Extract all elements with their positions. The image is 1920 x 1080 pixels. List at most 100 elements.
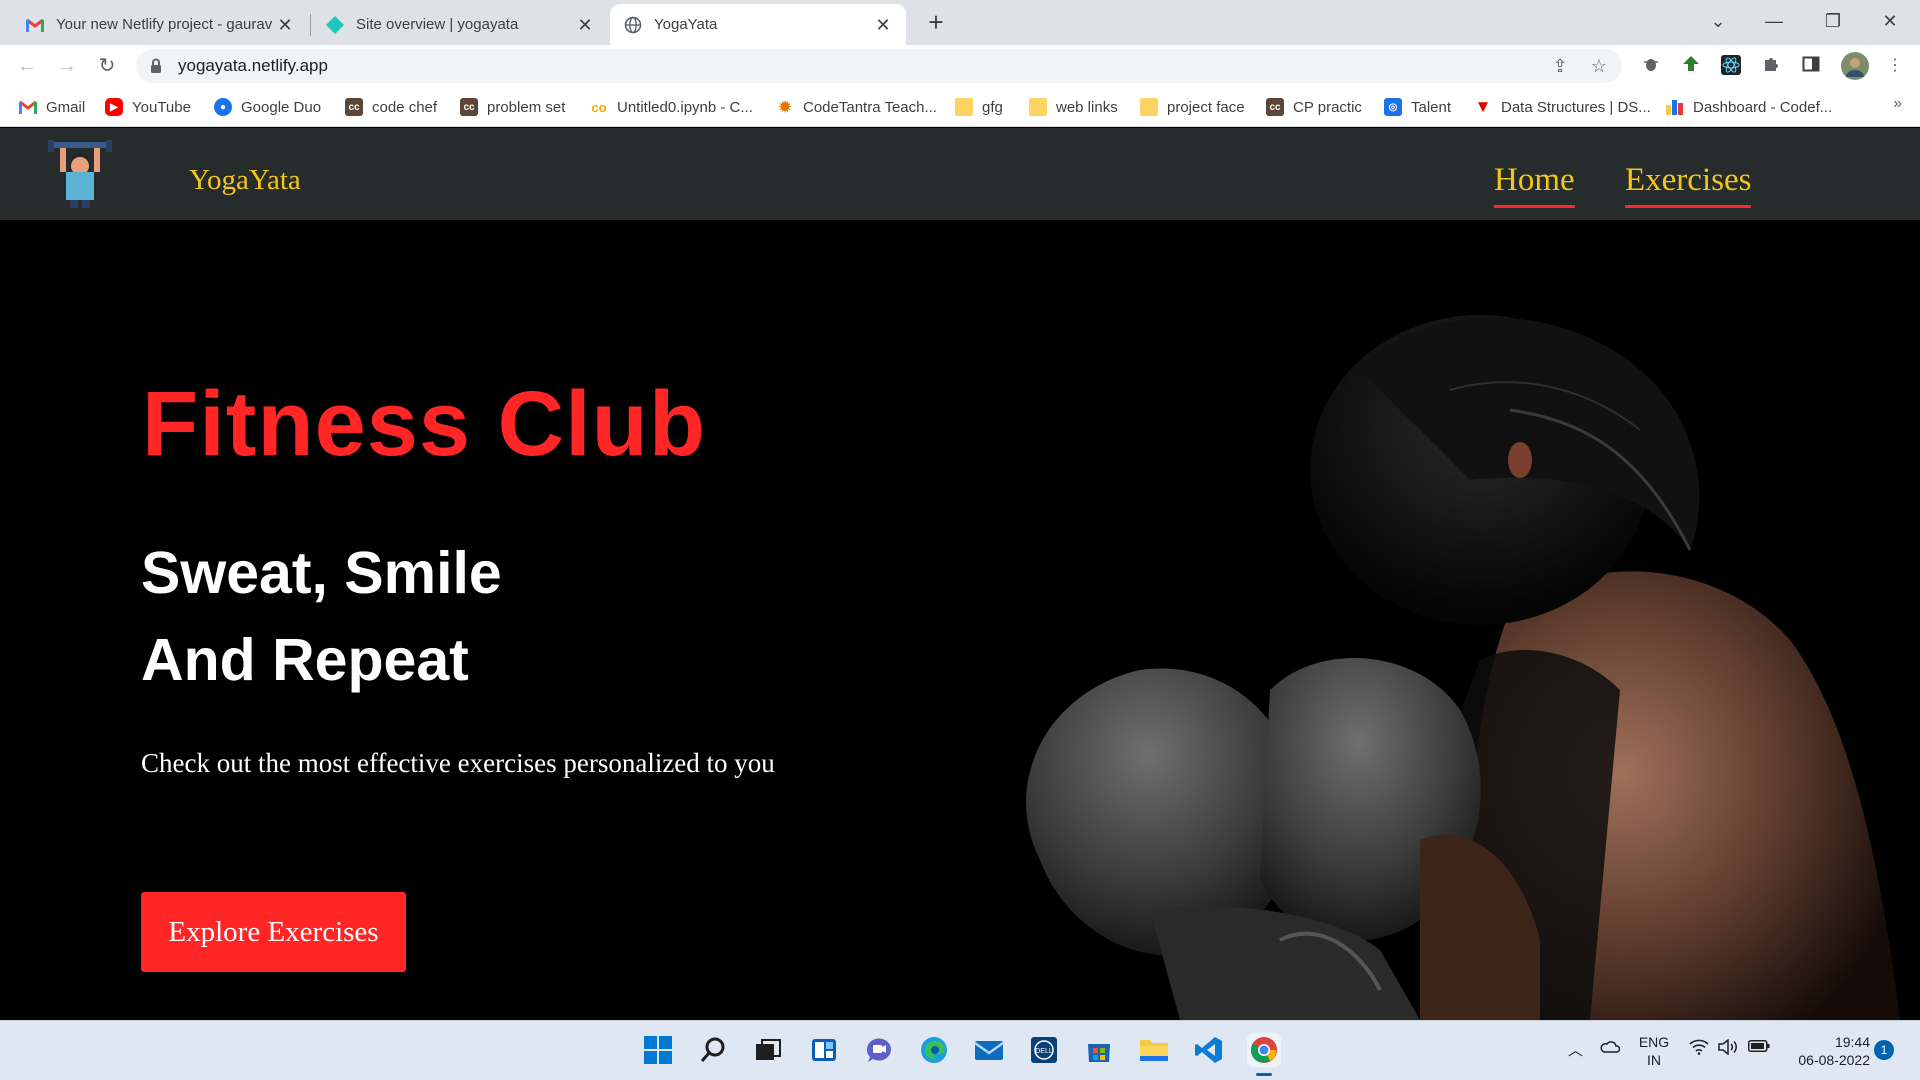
new-tab-button[interactable]: + [922,8,950,36]
lock-icon[interactable] [150,58,162,79]
system-clock[interactable]: 19:44 06-08-2022 [1782,1033,1870,1069]
bookmark-label: Untitled0.ipynb - C... [617,98,753,116]
wifi-icon[interactable] [1689,1039,1709,1059]
mail-icon[interactable] [972,1033,1006,1067]
bookmark-google-duo[interactable]: ● Google Duo [214,95,321,119]
youtube-icon: ▶ [105,98,123,116]
react-devtools-icon[interactable] [1720,55,1742,77]
tab-close-icon[interactable]: ✕ [874,16,892,34]
gmail-icon [26,16,44,34]
extension-bug-icon[interactable] [1640,55,1662,77]
bookmark-label: web links [1056,98,1118,116]
bookmark-codetantra[interactable]: ✹ CodeTantra Teach... [776,95,937,119]
bookmark-cp-practic[interactable]: cc CP practic [1266,95,1362,119]
minimize-icon[interactable]: — [1756,6,1792,36]
teams-chat-icon[interactable] [862,1033,896,1067]
file-explorer-icon[interactable] [1137,1033,1171,1067]
bookmark-label: YouTube [132,98,191,116]
tab-close-icon[interactable]: ✕ [276,16,294,34]
back-icon[interactable]: ← [12,51,42,81]
task-view-icon[interactable] [751,1033,785,1067]
onedrive-icon[interactable] [1600,1039,1621,1057]
dell-icon[interactable]: DELL [1027,1033,1061,1067]
url-text[interactable]: yogayata.netlify.app [178,49,328,83]
reload-icon[interactable]: ↻ [92,51,122,81]
nav-exercises-link[interactable]: Exercises [1625,162,1752,208]
vscode-icon[interactable] [1192,1033,1226,1067]
brand-name[interactable]: YogaYata [189,164,301,197]
bookmark-label: project face [1167,98,1245,116]
volume-icon[interactable] [1717,1038,1739,1059]
store-icon[interactable] [1082,1033,1116,1067]
globe-icon [624,16,642,34]
share-icon[interactable]: ⇪ [1549,55,1571,77]
restore-icon[interactable]: ❐ [1815,6,1851,36]
bookmark-label: CodeTantra Teach... [803,98,937,116]
bookmark-folder-project-face[interactable]: project face [1140,95,1245,119]
extension-html-icon[interactable] [1680,55,1702,77]
language-indicator[interactable]: ENG IN [1634,1033,1674,1069]
tab-close-icon[interactable]: ✕ [576,16,594,34]
vlogo-icon: ▼ [1474,97,1492,116]
more-bookmarks-icon[interactable]: » [1893,95,1902,113]
battery-icon[interactable] [1748,1039,1770,1056]
hero-subtitle-line1: Sweat, Smile [141,540,502,606]
browser-toolbar: ← → ↻ yogayata.netlify.app ⇪ ☆ ⋮ [0,45,1920,87]
language-code: ENG [1638,1034,1670,1050]
tab-title: Site overview | yogayata [356,16,519,33]
codetantra-icon: ✹ [778,99,792,116]
tab-site-overview[interactable]: Site overview | yogayata ✕ [312,4,608,45]
bookmark-gmail[interactable]: Gmail [19,95,85,119]
bookmark-youtube[interactable]: ▶ YouTube [105,95,191,119]
close-window-icon[interactable]: ✕ [1872,6,1908,36]
windows-start-icon[interactable] [641,1033,675,1067]
duo-icon: ● [214,98,232,116]
clock-time: 19:44 [1834,1034,1870,1050]
codechef-icon: cc [460,98,478,116]
talent-icon: ◎ [1384,98,1402,116]
explore-exercises-button[interactable]: Explore Exercises [141,892,406,972]
address-bar[interactable]: yogayata.netlify.app ⇪ ☆ [136,49,1622,83]
bookmark-label: code chef [372,98,438,116]
active-app-indicator [1256,1073,1272,1076]
region-code: IN [1647,1052,1661,1068]
clock-date: 06-08-2022 [1798,1052,1870,1068]
search-icon[interactable] [696,1033,730,1067]
menu-kebab-icon[interactable]: ⋮ [1884,55,1906,77]
bookmark-label: Talent [1411,98,1452,116]
forward-icon[interactable]: → [52,51,82,81]
side-panel-icon[interactable] [1800,55,1822,77]
tab-search-icon[interactable]: ⌄ [1700,6,1736,36]
notification-badge[interactable]: 1 [1874,1040,1894,1060]
tab-yogayata[interactable]: YogaYata ✕ [610,4,906,45]
bookmark-colab[interactable]: co Untitled0.ipynb - C... [590,95,753,119]
bookmark-talent[interactable]: ◎ Talent [1384,95,1451,119]
bookmark-folder-gfg[interactable]: gfg [955,95,1003,119]
tab-netlify-email[interactable]: Your new Netlify project - gaurav ✕ [12,4,308,45]
bookmark-folder-web-links[interactable]: web links [1029,95,1118,119]
chevron-up-icon[interactable]: ︿ [1568,1039,1583,1060]
tab-title: Your new Netlify project - gaurav [56,16,273,33]
bookmark-code-chef[interactable]: cc code chef [345,95,437,119]
bookmarks-bar: Gmail ▶ YouTube ● Google Duo cc code che… [0,87,1920,127]
bookmark-problem-set[interactable]: cc problem set [460,95,565,119]
profile-avatar[interactable] [1840,51,1870,81]
bookmark-codeforces[interactable]: Dashboard - Codef... [1666,95,1832,119]
yogayata-page: YogaYata Home Exercises Fitness Club Swe… [0,128,1920,1020]
bookmark-star-icon[interactable]: ☆ [1588,55,1610,77]
codeforces-icon [1666,98,1684,116]
bookmark-data-structures[interactable]: ▼ Data Structures | DS... [1474,95,1651,119]
widgets-icon[interactable] [807,1033,841,1067]
chrome-icon[interactable] [1247,1033,1281,1076]
folder-icon [1140,98,1158,116]
extensions-puzzle-icon[interactable] [1760,55,1782,77]
weightlifter-logo-icon[interactable] [48,140,112,208]
netlify-icon [326,15,344,34]
edge-icon[interactable] [917,1033,951,1067]
nav-home-link[interactable]: Home [1494,162,1575,208]
bookmark-label: Data Structures | DS... [1501,98,1651,116]
hero-subtitle-line2: And Repeat [141,627,469,693]
colab-icon: co [591,99,607,115]
tab-strip: Your new Netlify project - gaurav ✕ Site… [0,0,1920,45]
tab-divider [310,14,311,36]
